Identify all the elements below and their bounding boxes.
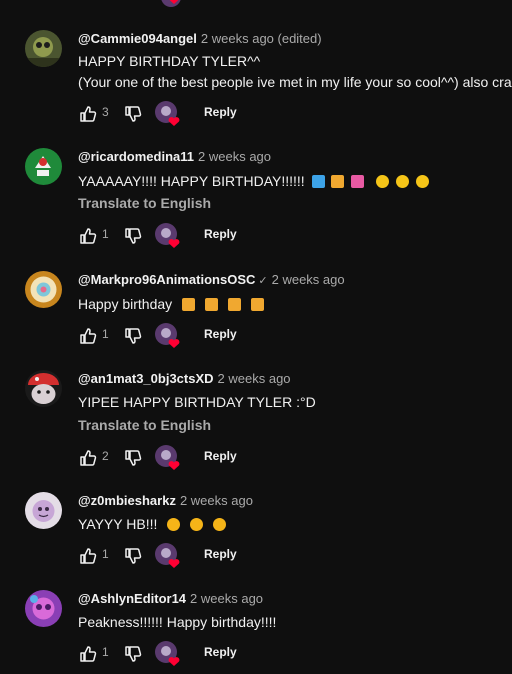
comment-thread: @Cammie094angel 2 weeks ago (edited) HAPP… [0, 30, 512, 130]
creator-heart-icon [155, 223, 180, 248]
reply-button[interactable]: Reply [204, 105, 237, 119]
thumbs-up-icon[interactable] [78, 104, 98, 124]
avatar[interactable] [25, 271, 62, 308]
creator-heart-icon [155, 101, 180, 126]
reply-button[interactable]: Reply [204, 327, 237, 341]
party-popper-emoji-icon [227, 298, 241, 311]
thumbs-up-icon[interactable] [78, 546, 98, 566]
comment-thread: @an1mat3_0bj3ctsXD 2 weeks ago YIPEE HAPP… [0, 370, 512, 470]
party-popper-emoji-icon [204, 298, 218, 311]
comment-text-content: Happy birthday [78, 296, 173, 312]
comment-author[interactable]: @an1mat3_0bj3ctsXD [78, 371, 214, 386]
comment-text-content: YAAAAAY!!!! HAPPY BIRTHDAY!!!!!! [78, 173, 305, 189]
reply-button[interactable]: Reply [204, 227, 237, 241]
like-count: 1 [102, 547, 109, 561]
party-popper-emoji-icon [331, 175, 345, 188]
comment-thread: @ricardomedina11 2 weeks ago YAAAAAY!!!! … [0, 148, 512, 248]
comment-author[interactable]: @ricardomedina11 [78, 149, 194, 164]
comment-text: YAYYY HB!!! [78, 514, 227, 534]
creator-heart-icon [161, 0, 181, 7]
creator-heart-icon [155, 323, 180, 348]
avatar[interactable] [25, 148, 62, 185]
crying-cat-emoji-icon [213, 518, 227, 531]
avatar[interactable] [25, 30, 62, 67]
previous-comment-actions [0, 0, 512, 8]
reply-button[interactable]: Reply [204, 547, 237, 561]
translate-link[interactable]: Translate to English [78, 415, 211, 435]
comment-thread: @z0mbiesharkz 2 weeks ago YAYYY HB!!! 1 R… [0, 492, 512, 572]
avatar[interactable] [25, 370, 62, 407]
thumbs-up-icon[interactable] [78, 644, 98, 664]
comment-text: YIPEE HAPPY BIRTHDAY TYLER :°D [78, 394, 316, 410]
comment-thread: @AshlynEditor14 2 weeks ago Peakness!!!!!… [0, 590, 512, 674]
comment-text: HAPPY BIRTHDAY TYLER^^ [78, 53, 261, 69]
creator-heart-icon [155, 445, 180, 470]
comment-text: Peakness!!!!!! Happy birthday!!!! [78, 614, 277, 630]
avatar[interactable] [25, 492, 62, 529]
thumbs-down-icon[interactable] [123, 644, 143, 664]
smiley-emoji-icon [396, 175, 410, 188]
verified-checkmark-icon: ✓ [258, 275, 268, 287]
thumbs-down-icon[interactable] [123, 104, 143, 124]
smiley-emoji-icon [416, 175, 430, 188]
comment-actions: 3 Reply [78, 100, 498, 128]
thumbs-down-icon[interactable] [123, 326, 143, 346]
party-popper-emoji-icon [250, 298, 264, 311]
comment-author[interactable]: @AshlynEditor14 [78, 591, 186, 606]
gift-emoji-icon [311, 175, 325, 188]
like-count: 1 [102, 645, 109, 659]
like-count: 2 [102, 449, 109, 463]
comment-text-continued: (Your one of the best people ive met in … [78, 74, 512, 90]
thumbs-down-icon[interactable] [123, 546, 143, 566]
comment-author[interactable]: @z0mbiesharkz [78, 493, 176, 508]
like-count: 1 [102, 227, 109, 241]
like-count: 3 [102, 105, 109, 119]
translate-link[interactable]: Translate to English [78, 193, 211, 213]
like-count: 1 [102, 327, 109, 341]
comment-actions: 1 Reply [78, 322, 498, 350]
party-popper-emoji-icon [182, 298, 196, 311]
comment-actions: 1 Reply [78, 542, 498, 570]
comment-timestamp[interactable]: 2 weeks ago [198, 149, 271, 164]
comment-text: Happy birthday [78, 294, 264, 314]
thumbs-up-icon[interactable] [78, 326, 98, 346]
comment-actions: 1 Reply [78, 222, 498, 250]
comment-timestamp[interactable]: 2 weeks ago [218, 371, 291, 386]
reply-button[interactable]: Reply [204, 645, 237, 659]
comment-thread: @Markpro96AnimationsOSC ✓ 2 weeks ago Happ… [0, 271, 512, 351]
thumbs-down-icon[interactable] [123, 448, 143, 468]
crying-cat-emoji-icon [190, 518, 204, 531]
confetti-emoji-icon [351, 175, 365, 188]
comment-actions: 2 Reply [78, 444, 498, 472]
comment-text: YAAAAAY!!!! HAPPY BIRTHDAY!!!!!! [78, 171, 430, 191]
thumbs-down-icon[interactable] [123, 226, 143, 246]
thumbs-up-icon[interactable] [78, 448, 98, 468]
comment-timestamp[interactable]: 2 weeks ago [272, 272, 345, 287]
comment-timestamp[interactable]: 2 weeks ago [190, 591, 263, 606]
comment-text-content: YAYYY HB!!! [78, 516, 158, 532]
comment-author[interactable]: @Cammie094angel [78, 31, 197, 46]
smiley-emoji-icon [376, 175, 390, 188]
comment-timestamp[interactable]: 2 weeks ago (edited) [201, 31, 322, 46]
comment-actions: 1 Reply [78, 640, 498, 668]
comment-timestamp[interactable]: 2 weeks ago [180, 493, 253, 508]
avatar[interactable] [25, 590, 62, 627]
thumbs-up-icon[interactable] [78, 226, 98, 246]
creator-heart-icon [155, 543, 180, 568]
creator-heart-icon [155, 641, 180, 666]
reply-button[interactable]: Reply [204, 449, 237, 463]
comment-author[interactable]: @Markpro96AnimationsOSC [78, 272, 255, 287]
crying-cat-emoji-icon [167, 518, 181, 531]
